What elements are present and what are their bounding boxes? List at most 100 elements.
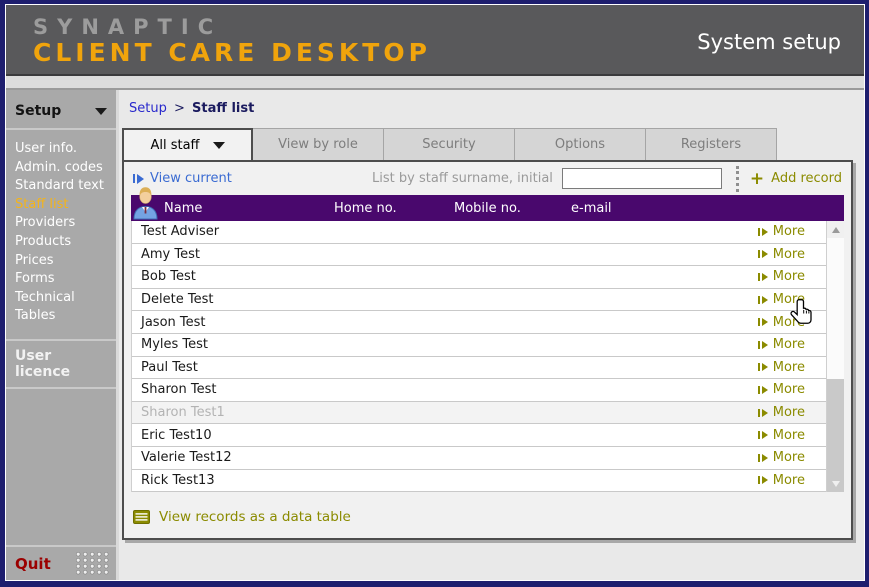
tab-registers[interactable]: Registers bbox=[646, 128, 777, 160]
more-link[interactable]: More bbox=[757, 221, 805, 243]
more-link[interactable]: More bbox=[757, 244, 805, 266]
more-link[interactable]: More bbox=[757, 470, 805, 492]
app-frame: SYNAPTIC CLIENT CARE DESKTOP System setu… bbox=[5, 4, 865, 581]
table-row[interactable]: Valerie Test12 More bbox=[132, 446, 826, 470]
more-link[interactable]: More bbox=[757, 447, 805, 469]
sidebar-section-user-licence[interactable]: User licence bbox=[6, 338, 116, 389]
more-link[interactable]: More bbox=[757, 289, 805, 311]
breadcrumb: Setup > Staff list bbox=[129, 101, 858, 116]
sidebar-item-label: User info. bbox=[15, 141, 78, 156]
more-label: More bbox=[772, 246, 805, 262]
column-header: Home no. bbox=[334, 200, 397, 216]
play-arrow-icon bbox=[757, 385, 768, 394]
vertical-scrollbar[interactable] bbox=[827, 221, 844, 493]
scroll-down-button[interactable] bbox=[827, 475, 844, 492]
table-row[interactable]: Bob Test More bbox=[132, 266, 826, 289]
more-label: More bbox=[772, 472, 805, 488]
sidebar-item-prices[interactable]: Prices bbox=[15, 252, 116, 271]
play-arrow-icon bbox=[757, 453, 768, 462]
more-link[interactable]: More bbox=[757, 424, 805, 446]
sidebar-item-products[interactable]: Products bbox=[15, 233, 116, 252]
tab-label: All staff bbox=[150, 137, 200, 153]
add-record-button[interactable]: + Add record bbox=[750, 170, 842, 187]
play-arrow-icon bbox=[757, 318, 768, 327]
staff-name: Bob Test bbox=[141, 269, 196, 285]
sidebar-item-staff-list[interactable]: Staff list bbox=[15, 196, 116, 215]
staff-name: Rick Test13 bbox=[141, 472, 215, 488]
staff-name: Amy Test bbox=[141, 246, 200, 262]
play-arrow-icon bbox=[757, 476, 768, 485]
data-table-icon bbox=[133, 510, 150, 525]
column-header: Mobile no. bbox=[454, 200, 521, 216]
sidebar-item-tables[interactable]: Tables bbox=[15, 307, 116, 326]
more-link[interactable]: More bbox=[757, 311, 805, 333]
sidebar-item-admin-codes[interactable]: Admin. codes bbox=[15, 159, 116, 178]
more-link[interactable]: More bbox=[757, 334, 805, 356]
list-by-label: List by staff surname, initial bbox=[372, 171, 553, 186]
sidebar-item-label: Providers bbox=[15, 215, 76, 231]
play-arrow-icon bbox=[757, 431, 768, 440]
more-link[interactable]: More bbox=[757, 402, 805, 424]
sidebar: Setup User info. Admin. codes Standard tex… bbox=[6, 90, 119, 580]
more-label: More bbox=[772, 292, 805, 308]
grid-header-row: Name Home no. Mobile no. e-mail bbox=[131, 187, 844, 221]
quit-button[interactable]: Quit bbox=[15, 555, 51, 573]
table-row[interactable]: Myles Test More bbox=[132, 333, 826, 357]
scrollbar-thumb[interactable] bbox=[827, 238, 844, 379]
tab-dropdown-icon[interactable] bbox=[212, 141, 225, 149]
sidebar-item-label: Prices bbox=[15, 252, 54, 268]
table-row[interactable]: Eric Test10 More bbox=[132, 424, 826, 447]
sidebar-item-user-info[interactable]: User info. bbox=[15, 140, 116, 159]
more-link[interactable]: More bbox=[757, 266, 805, 288]
more-link[interactable]: More bbox=[757, 379, 805, 401]
scroll-up-button[interactable] bbox=[827, 221, 844, 238]
tab-options[interactable]: Options bbox=[515, 128, 646, 160]
staff-grid: Name Home no. Mobile no. e-mail Test Advise… bbox=[131, 187, 844, 493]
sidebar-item-label: Forms bbox=[15, 271, 55, 287]
more-label: More bbox=[772, 337, 805, 353]
sidebar-item-standard-text[interactable]: Standard text bbox=[15, 177, 116, 196]
sidebar-item-forms[interactable]: Forms bbox=[15, 270, 116, 289]
collapse-arrow-icon[interactable] bbox=[95, 107, 107, 115]
surname-filter-input[interactable] bbox=[561, 168, 722, 189]
sidebar-item-label: Standard text bbox=[15, 178, 104, 194]
sidebar-section-setup[interactable]: Setup bbox=[6, 90, 116, 130]
play-arrow-icon bbox=[757, 250, 768, 259]
sidebar-item-label: Technical bbox=[15, 289, 75, 305]
triangle-up-icon bbox=[831, 226, 840, 233]
tab-view-by-role[interactable]: View by role bbox=[253, 128, 384, 160]
table-row[interactable]: Paul Test More bbox=[132, 356, 826, 380]
more-label: More bbox=[772, 405, 805, 421]
panel-toolbar: View current List by staff surname, init… bbox=[124, 162, 851, 195]
table-row[interactable]: Jason Test More bbox=[132, 311, 826, 334]
table-row[interactable]: Sharon Test More bbox=[132, 379, 826, 402]
view-current-link[interactable]: View current bbox=[133, 171, 232, 186]
table-row[interactable]: Sharon Test1 More bbox=[132, 401, 826, 425]
more-label: More bbox=[772, 269, 805, 285]
header-divider-strip bbox=[6, 76, 864, 90]
table-row[interactable]: Test Adviser More bbox=[132, 221, 826, 244]
tab-all-staff[interactable]: All staff bbox=[122, 128, 253, 160]
breadcrumb-setup-link[interactable]: Setup bbox=[129, 101, 167, 116]
table-row[interactable]: Amy Test More bbox=[132, 243, 826, 267]
view-records-data-table-link[interactable]: View records as a data table bbox=[133, 509, 851, 525]
staff-list-panel: View current List by staff surname, init… bbox=[122, 160, 853, 540]
quit-bar: Quit bbox=[6, 545, 116, 580]
more-label: More bbox=[772, 450, 805, 466]
table-row[interactable]: Delete Test More bbox=[132, 288, 826, 312]
page-title: System setup bbox=[697, 30, 841, 54]
table-row[interactable]: Rick Test13 More bbox=[132, 469, 826, 493]
sidebar-item-technical[interactable]: Technical bbox=[15, 289, 116, 308]
tab-security[interactable]: Security bbox=[384, 128, 515, 160]
sidebar-items: User info. Admin. codes Standard text Staff… bbox=[6, 130, 116, 326]
view-records-label: View records as a data table bbox=[159, 509, 351, 526]
triangle-down-icon bbox=[831, 480, 840, 487]
breadcrumb-current: Staff list bbox=[192, 101, 255, 116]
sidebar-item-label: Staff list bbox=[15, 196, 69, 212]
more-label: More bbox=[772, 314, 805, 330]
more-link[interactable]: More bbox=[757, 357, 805, 379]
tab-bar: All staff View by role Security Options … bbox=[122, 128, 858, 160]
sidebar-item-providers[interactable]: Providers bbox=[15, 214, 116, 233]
sidebar-item-label: Tables bbox=[15, 308, 56, 324]
sidebar-section-title: Setup bbox=[15, 103, 62, 119]
